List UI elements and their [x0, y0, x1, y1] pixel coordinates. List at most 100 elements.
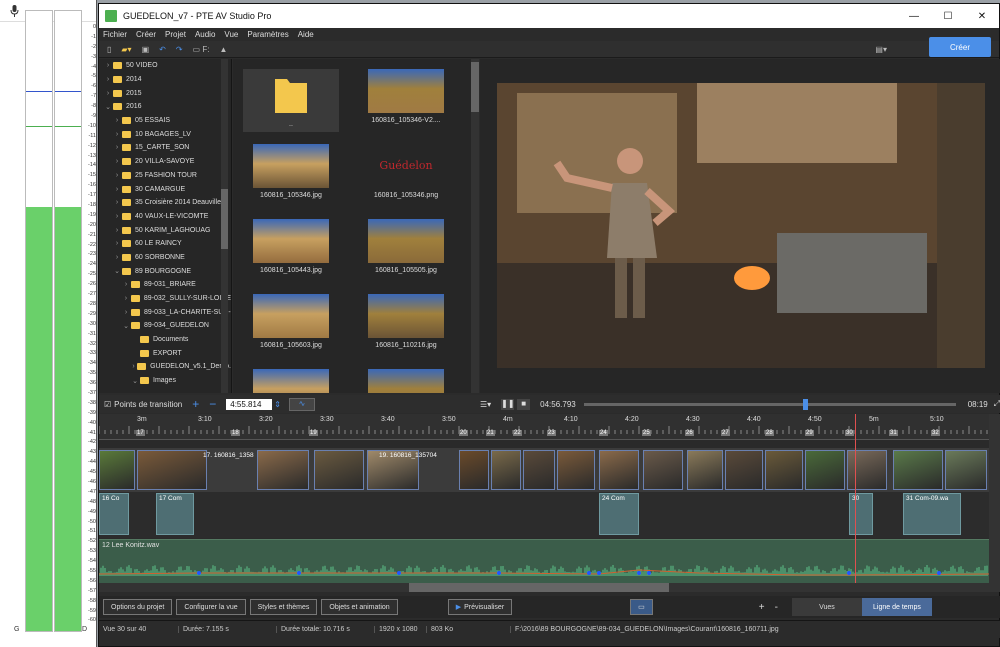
- chevron-icon[interactable]: ›: [112, 254, 122, 261]
- file-thumbnail[interactable]: 160816_105346.jpg: [243, 144, 339, 199]
- slide-marker[interactable]: 18: [231, 430, 240, 436]
- undo-icon[interactable]: ↶: [159, 45, 166, 54]
- slide-marker[interactable]: 32: [931, 430, 940, 436]
- chevron-icon[interactable]: ›: [112, 158, 122, 165]
- menu-item-1[interactable]: Créer: [136, 30, 156, 39]
- slide-thumbnail[interactable]: [99, 450, 135, 490]
- file-thumbnail[interactable]: 160816_105505.jpg: [358, 219, 454, 274]
- tree-item[interactable]: ⌄ 2016: [99, 100, 231, 114]
- slide-thumbnail[interactable]: [137, 450, 207, 490]
- preview-button[interactable]: ▶ Prévisualiser: [447, 599, 513, 615]
- tree-item[interactable]: › GUEDELON_v5.1_Demo.: [99, 360, 231, 374]
- tree-item[interactable]: › 35 Croisière 2014 DeauvilleR: [99, 196, 231, 210]
- tree-item[interactable]: › 50 KARIM_LAGHOUAG: [99, 223, 231, 237]
- slide-marker[interactable]: 30: [845, 430, 854, 436]
- tree-item[interactable]: › 05 ESSAIS: [99, 114, 231, 128]
- slide-thumbnail[interactable]: [805, 450, 845, 490]
- screen-icon[interactable]: ▭: [630, 599, 653, 615]
- tree-item[interactable]: › 15_CARTE_SON: [99, 141, 231, 155]
- configure-view-button[interactable]: Configurer la vue: [176, 599, 246, 615]
- slide-thumbnail[interactable]: [314, 450, 364, 490]
- time-input[interactable]: 4:55.814: [226, 398, 273, 410]
- chevron-icon[interactable]: ⌄: [130, 377, 140, 385]
- slide-marker[interactable]: 28: [765, 430, 774, 436]
- chevron-icon[interactable]: ›: [121, 295, 131, 302]
- chevron-icon[interactable]: ›: [112, 213, 122, 220]
- menu-item-0[interactable]: Fichier: [103, 30, 127, 39]
- tab-timeline[interactable]: Ligne de temps: [861, 598, 932, 616]
- tree-item[interactable]: Documents: [99, 333, 231, 347]
- chevron-icon[interactable]: ›: [112, 144, 122, 151]
- tree-item[interactable]: ⌄ 89-034_GUEDELON: [99, 319, 231, 333]
- objects-animation-button[interactable]: Objets et animation: [321, 599, 398, 615]
- slide-marker[interactable]: 23: [547, 430, 556, 436]
- menu-item-4[interactable]: Vue: [224, 30, 238, 39]
- tree-scrollbar[interactable]: [221, 59, 228, 393]
- slide-thumbnail[interactable]: [459, 450, 489, 490]
- view-mode-icon[interactable]: ▤▾: [875, 45, 887, 54]
- slide-thumbnail[interactable]: [687, 450, 723, 490]
- chevron-icon[interactable]: ›: [103, 90, 113, 97]
- slide-marker[interactable]: 24: [599, 430, 608, 436]
- stop-button[interactable]: ■: [517, 398, 531, 410]
- tree-item[interactable]: › 20 VILLA-SAVOYE: [99, 155, 231, 169]
- slide-marker[interactable]: 25: [642, 430, 651, 436]
- tree-item[interactable]: › 89-033_LA-CHARITE-SUR-: [99, 305, 231, 319]
- tree-item[interactable]: › 89-032_SULLY-SUR-LOIRE: [99, 292, 231, 306]
- object-clip[interactable]: 17 Com: [156, 493, 194, 535]
- chevron-icon[interactable]: ›: [121, 281, 131, 288]
- file-thumbnail[interactable]: 160816_105346-V2....: [358, 69, 454, 124]
- tree-item[interactable]: › 40 VAUX-LE-VICOMTE: [99, 210, 231, 224]
- chevron-icon[interactable]: ›: [112, 131, 122, 138]
- playback-slider-knob[interactable]: [803, 398, 809, 410]
- open-folder-icon[interactable]: ▰▾: [121, 45, 131, 54]
- time-stepper[interactable]: ⇕: [274, 400, 281, 409]
- chevron-icon[interactable]: ⌄: [112, 267, 122, 275]
- save-icon[interactable]: ▣: [142, 45, 150, 54]
- chevron-icon[interactable]: ›: [103, 62, 113, 69]
- file-thumbnail[interactable]: Guédelon 160816_105346.png: [358, 144, 454, 199]
- slide-marker[interactable]: 26: [685, 430, 694, 436]
- menu-item-6[interactable]: Aide: [298, 30, 314, 39]
- tree-item[interactable]: › 2014: [99, 73, 231, 87]
- chevron-icon[interactable]: ›: [112, 186, 122, 193]
- chevron-icon[interactable]: ›: [130, 363, 137, 370]
- styles-themes-button[interactable]: Styles et thèmes: [249, 599, 318, 615]
- tree-item[interactable]: ⌄ 89 BOURGOGNE: [99, 264, 231, 278]
- close-icon[interactable]: ✕: [965, 11, 999, 22]
- tree-item[interactable]: › 25 FASHION TOUR: [99, 169, 231, 183]
- slide-thumbnail[interactable]: [523, 450, 555, 490]
- chevron-icon[interactable]: ›: [112, 172, 122, 179]
- chevron-icon[interactable]: ⌄: [121, 322, 131, 330]
- file-thumbnail[interactable]: [243, 369, 339, 393]
- chevron-icon[interactable]: ›: [112, 240, 122, 247]
- object-clip[interactable]: 31 Com-09.wa: [903, 493, 961, 535]
- slide-thumbnail[interactable]: [557, 450, 595, 490]
- timeline-hscrollbar[interactable]: [99, 583, 989, 592]
- tree-item[interactable]: › 60 SORBONNE: [99, 251, 231, 265]
- tree-item[interactable]: › 60 LE RAINCY: [99, 237, 231, 251]
- new-file-icon[interactable]: ▯: [107, 45, 111, 54]
- file-thumbnail[interactable]: 160816_110216.jpg: [358, 294, 454, 349]
- file-thumbnail[interactable]: [358, 369, 454, 393]
- file-thumbnail[interactable]: ..: [243, 69, 339, 132]
- object-clip[interactable]: 24 Com: [599, 493, 639, 535]
- add-icon[interactable]: +: [192, 397, 199, 411]
- remove-icon[interactable]: −: [209, 397, 216, 411]
- slide-marker[interactable]: 31: [889, 430, 898, 436]
- zoom-out-button[interactable]: -: [775, 602, 778, 613]
- chevron-icon[interactable]: ›: [112, 199, 122, 206]
- object-clip[interactable]: 30: [849, 493, 873, 535]
- slide-thumbnail[interactable]: [893, 450, 943, 490]
- slide-marker[interactable]: 17: [136, 430, 145, 436]
- slide-marker[interactable]: 20: [459, 430, 468, 436]
- tree-item[interactable]: › 89-031_BRIARE: [99, 278, 231, 292]
- tab-views[interactable]: Vues: [791, 598, 862, 616]
- playhead[interactable]: [855, 414, 856, 583]
- slide-thumbnail[interactable]: [257, 450, 309, 490]
- slide-thumbnail[interactable]: [765, 450, 803, 490]
- redo-icon[interactable]: ↷: [176, 45, 183, 54]
- slide-thumbnail[interactable]: [847, 450, 887, 490]
- tree-item[interactable]: › 10 BAGAGES_LV: [99, 127, 231, 141]
- tree-item[interactable]: › 2015: [99, 86, 231, 100]
